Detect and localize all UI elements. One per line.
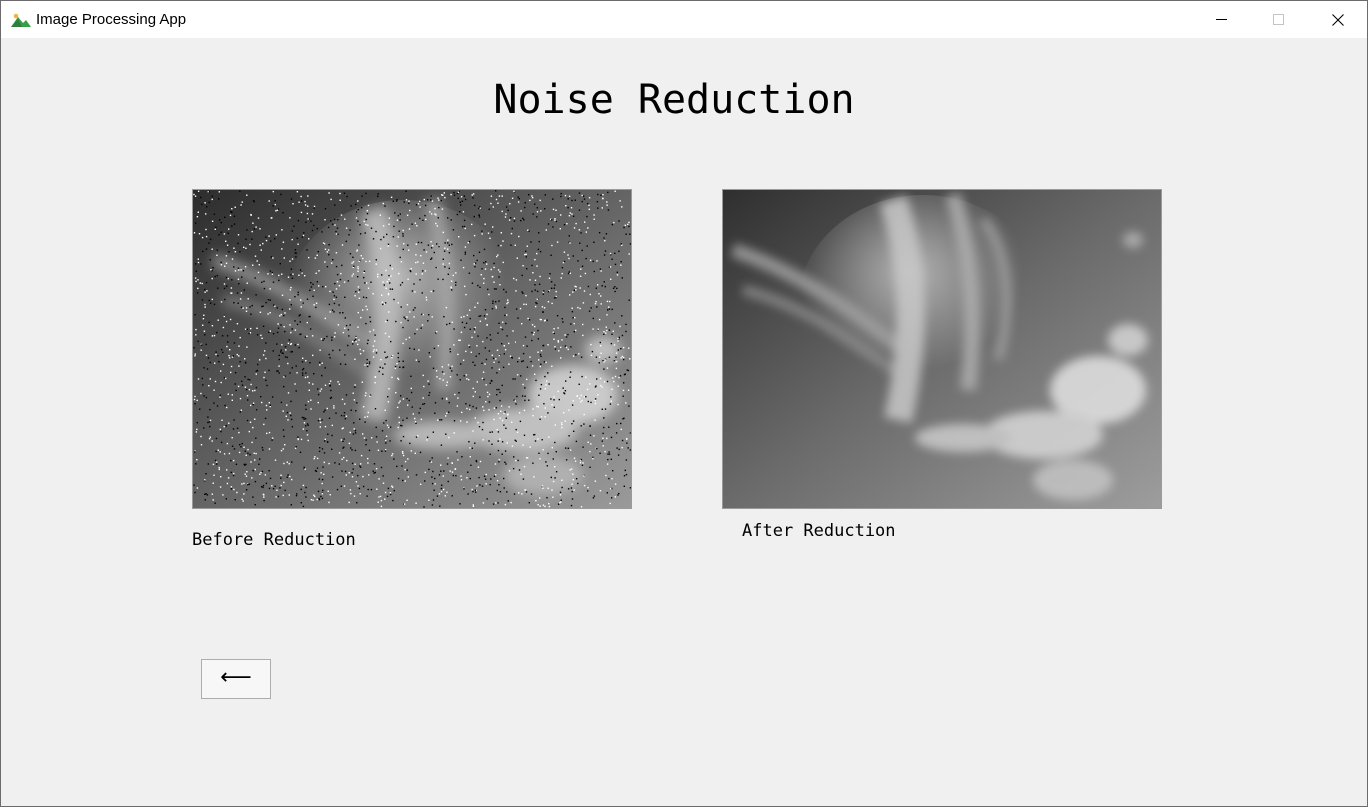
arrow-left-icon: ⟵ [220,665,252,690]
before-image [192,189,632,509]
back-button[interactable]: ⟵ [201,659,271,699]
maximize-icon [1273,14,1284,25]
main-content: Noise Reduction Before Reduction After R… [1,38,1367,806]
landscape-icon [11,12,31,27]
minimize-icon [1216,19,1227,20]
window-title: Image Processing App [36,11,187,28]
before-caption: Before Reduction [192,530,356,550]
close-button[interactable] [1309,1,1367,38]
after-image [722,189,1162,509]
page-title: Noise Reduction [493,77,855,123]
title-bar[interactable]: Image Processing App [1,1,1367,38]
close-icon [1332,14,1344,26]
after-caption: After Reduction [742,521,896,541]
maximize-button[interactable] [1250,1,1308,38]
minimize-button[interactable] [1192,1,1250,38]
app-window: Image Processing App Noise Reduction Bef… [0,0,1368,807]
